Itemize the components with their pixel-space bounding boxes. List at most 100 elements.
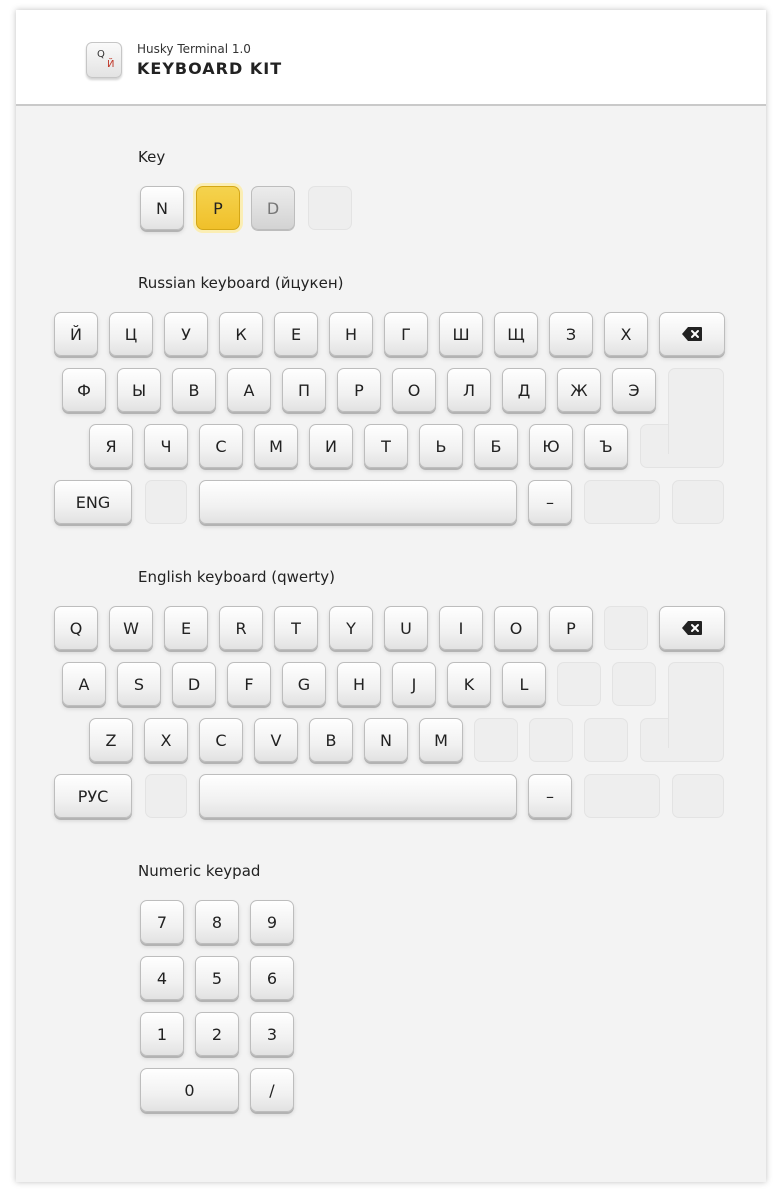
english-key[interactable]: D — [172, 662, 216, 706]
english-key[interactable]: K — [447, 662, 491, 706]
english-empty-key — [145, 774, 187, 818]
numeric-zero-key[interactable]: 0 — [140, 1068, 239, 1112]
english-key[interactable]: E — [164, 606, 208, 650]
backspace-key[interactable] — [659, 606, 725, 650]
english-key[interactable]: W — [109, 606, 153, 650]
english-key[interactable]: Q — [54, 606, 98, 650]
russian-key[interactable]: З — [549, 312, 593, 356]
key-pressed-sample[interactable]: P — [196, 186, 240, 230]
english-empty-key — [604, 606, 648, 650]
english-empty-key — [474, 718, 518, 762]
section-title-key-states: Key — [138, 148, 166, 166]
russian-key[interactable]: Ю — [529, 424, 573, 468]
russian-key[interactable]: Й — [54, 312, 98, 356]
russian-empty-key — [584, 480, 660, 524]
space-bar[interactable] — [199, 774, 517, 818]
russian-key[interactable]: Х — [604, 312, 648, 356]
english-key[interactable]: H — [337, 662, 381, 706]
english-key[interactable]: R — [219, 606, 263, 650]
english-key[interactable]: L — [502, 662, 546, 706]
language-switch-key[interactable]: РУС — [54, 774, 132, 818]
backspace-key[interactable] — [659, 312, 725, 356]
russian-key[interactable]: Ф — [62, 368, 106, 412]
keyboard-kit-sheet: Q Й Husky Terminal 1.0 KEYBOARD KIT Key … — [16, 10, 766, 1182]
numeric-key[interactable]: 4 — [140, 956, 184, 1000]
english-key[interactable]: S — [117, 662, 161, 706]
english-key[interactable]: U — [384, 606, 428, 650]
russian-key[interactable]: Б — [474, 424, 518, 468]
numeric-key[interactable]: 1 — [140, 1012, 184, 1056]
english-key[interactable]: G — [282, 662, 326, 706]
russian-key[interactable]: Н — [329, 312, 373, 356]
russian-enter-placeholder-joint — [668, 398, 724, 454]
russian-key[interactable]: Т — [364, 424, 408, 468]
russian-key[interactable]: Я — [89, 424, 133, 468]
english-key[interactable]: Z — [89, 718, 133, 762]
russian-key[interactable]: С — [199, 424, 243, 468]
russian-key[interactable]: Ц — [109, 312, 153, 356]
backspace-icon — [682, 327, 702, 341]
english-key[interactable]: T — [274, 606, 318, 650]
numeric-slash-key[interactable]: / — [250, 1068, 294, 1112]
russian-key[interactable]: Д — [502, 368, 546, 412]
numeric-key[interactable]: 7 — [140, 900, 184, 944]
english-key[interactable]: X — [144, 718, 188, 762]
numeric-key[interactable]: 6 — [250, 956, 294, 1000]
key-normal-sample[interactable]: N — [140, 186, 184, 230]
app-title: KEYBOARD KIT — [137, 59, 283, 78]
russian-key[interactable]: Е — [274, 312, 318, 356]
key-disabled-sample: D — [251, 186, 295, 230]
english-key[interactable]: O — [494, 606, 538, 650]
english-key[interactable]: A — [62, 662, 106, 706]
english-empty-key — [672, 774, 724, 818]
english-empty-key — [584, 718, 628, 762]
russian-key[interactable]: В — [172, 368, 216, 412]
english-key[interactable]: V — [254, 718, 298, 762]
english-key[interactable]: N — [364, 718, 408, 762]
english-empty-key — [529, 718, 573, 762]
russian-key[interactable]: О — [392, 368, 436, 412]
key-empty-sample — [308, 186, 352, 230]
english-key[interactable]: P — [549, 606, 593, 650]
numeric-key[interactable]: 2 — [195, 1012, 239, 1056]
dash-key[interactable]: – — [528, 480, 572, 524]
english-key[interactable]: C — [199, 718, 243, 762]
russian-key[interactable]: П — [282, 368, 326, 412]
dash-key[interactable]: – — [528, 774, 572, 818]
section-title-numeric: Numeric keypad — [138, 862, 261, 880]
header: Q Й Husky Terminal 1.0 KEYBOARD KIT — [16, 10, 766, 106]
russian-key[interactable]: Ж — [557, 368, 601, 412]
russian-key[interactable]: К — [219, 312, 263, 356]
numeric-key[interactable]: 8 — [195, 900, 239, 944]
english-key[interactable]: B — [309, 718, 353, 762]
russian-key[interactable]: Щ — [494, 312, 538, 356]
russian-key[interactable]: Л — [447, 368, 491, 412]
english-key[interactable]: M — [419, 718, 463, 762]
language-switch-key[interactable]: ENG — [54, 480, 132, 524]
russian-key[interactable]: И — [309, 424, 353, 468]
english-key[interactable]: Y — [329, 606, 373, 650]
english-empty-key — [557, 662, 601, 706]
numeric-key[interactable]: 5 — [195, 956, 239, 1000]
section-title-english: English keyboard (qwerty) — [138, 568, 335, 586]
english-empty-key — [584, 774, 660, 818]
english-key[interactable]: J — [392, 662, 436, 706]
english-key[interactable]: F — [227, 662, 271, 706]
russian-key[interactable]: Ч — [144, 424, 188, 468]
russian-key[interactable]: Ш — [439, 312, 483, 356]
english-key[interactable]: I — [439, 606, 483, 650]
russian-key[interactable]: Г — [384, 312, 428, 356]
russian-key[interactable]: Р — [337, 368, 381, 412]
russian-key[interactable]: Ъ — [584, 424, 628, 468]
russian-key[interactable]: Ы — [117, 368, 161, 412]
russian-key[interactable]: У — [164, 312, 208, 356]
numeric-key[interactable]: 9 — [250, 900, 294, 944]
russian-key[interactable]: М — [254, 424, 298, 468]
english-enter-placeholder-joint — [668, 692, 724, 748]
russian-key[interactable]: Ь — [419, 424, 463, 468]
numeric-key[interactable]: 3 — [250, 1012, 294, 1056]
russian-empty-key — [145, 480, 187, 524]
russian-key[interactable]: Э — [612, 368, 656, 412]
russian-key[interactable]: А — [227, 368, 271, 412]
space-bar[interactable] — [199, 480, 517, 524]
